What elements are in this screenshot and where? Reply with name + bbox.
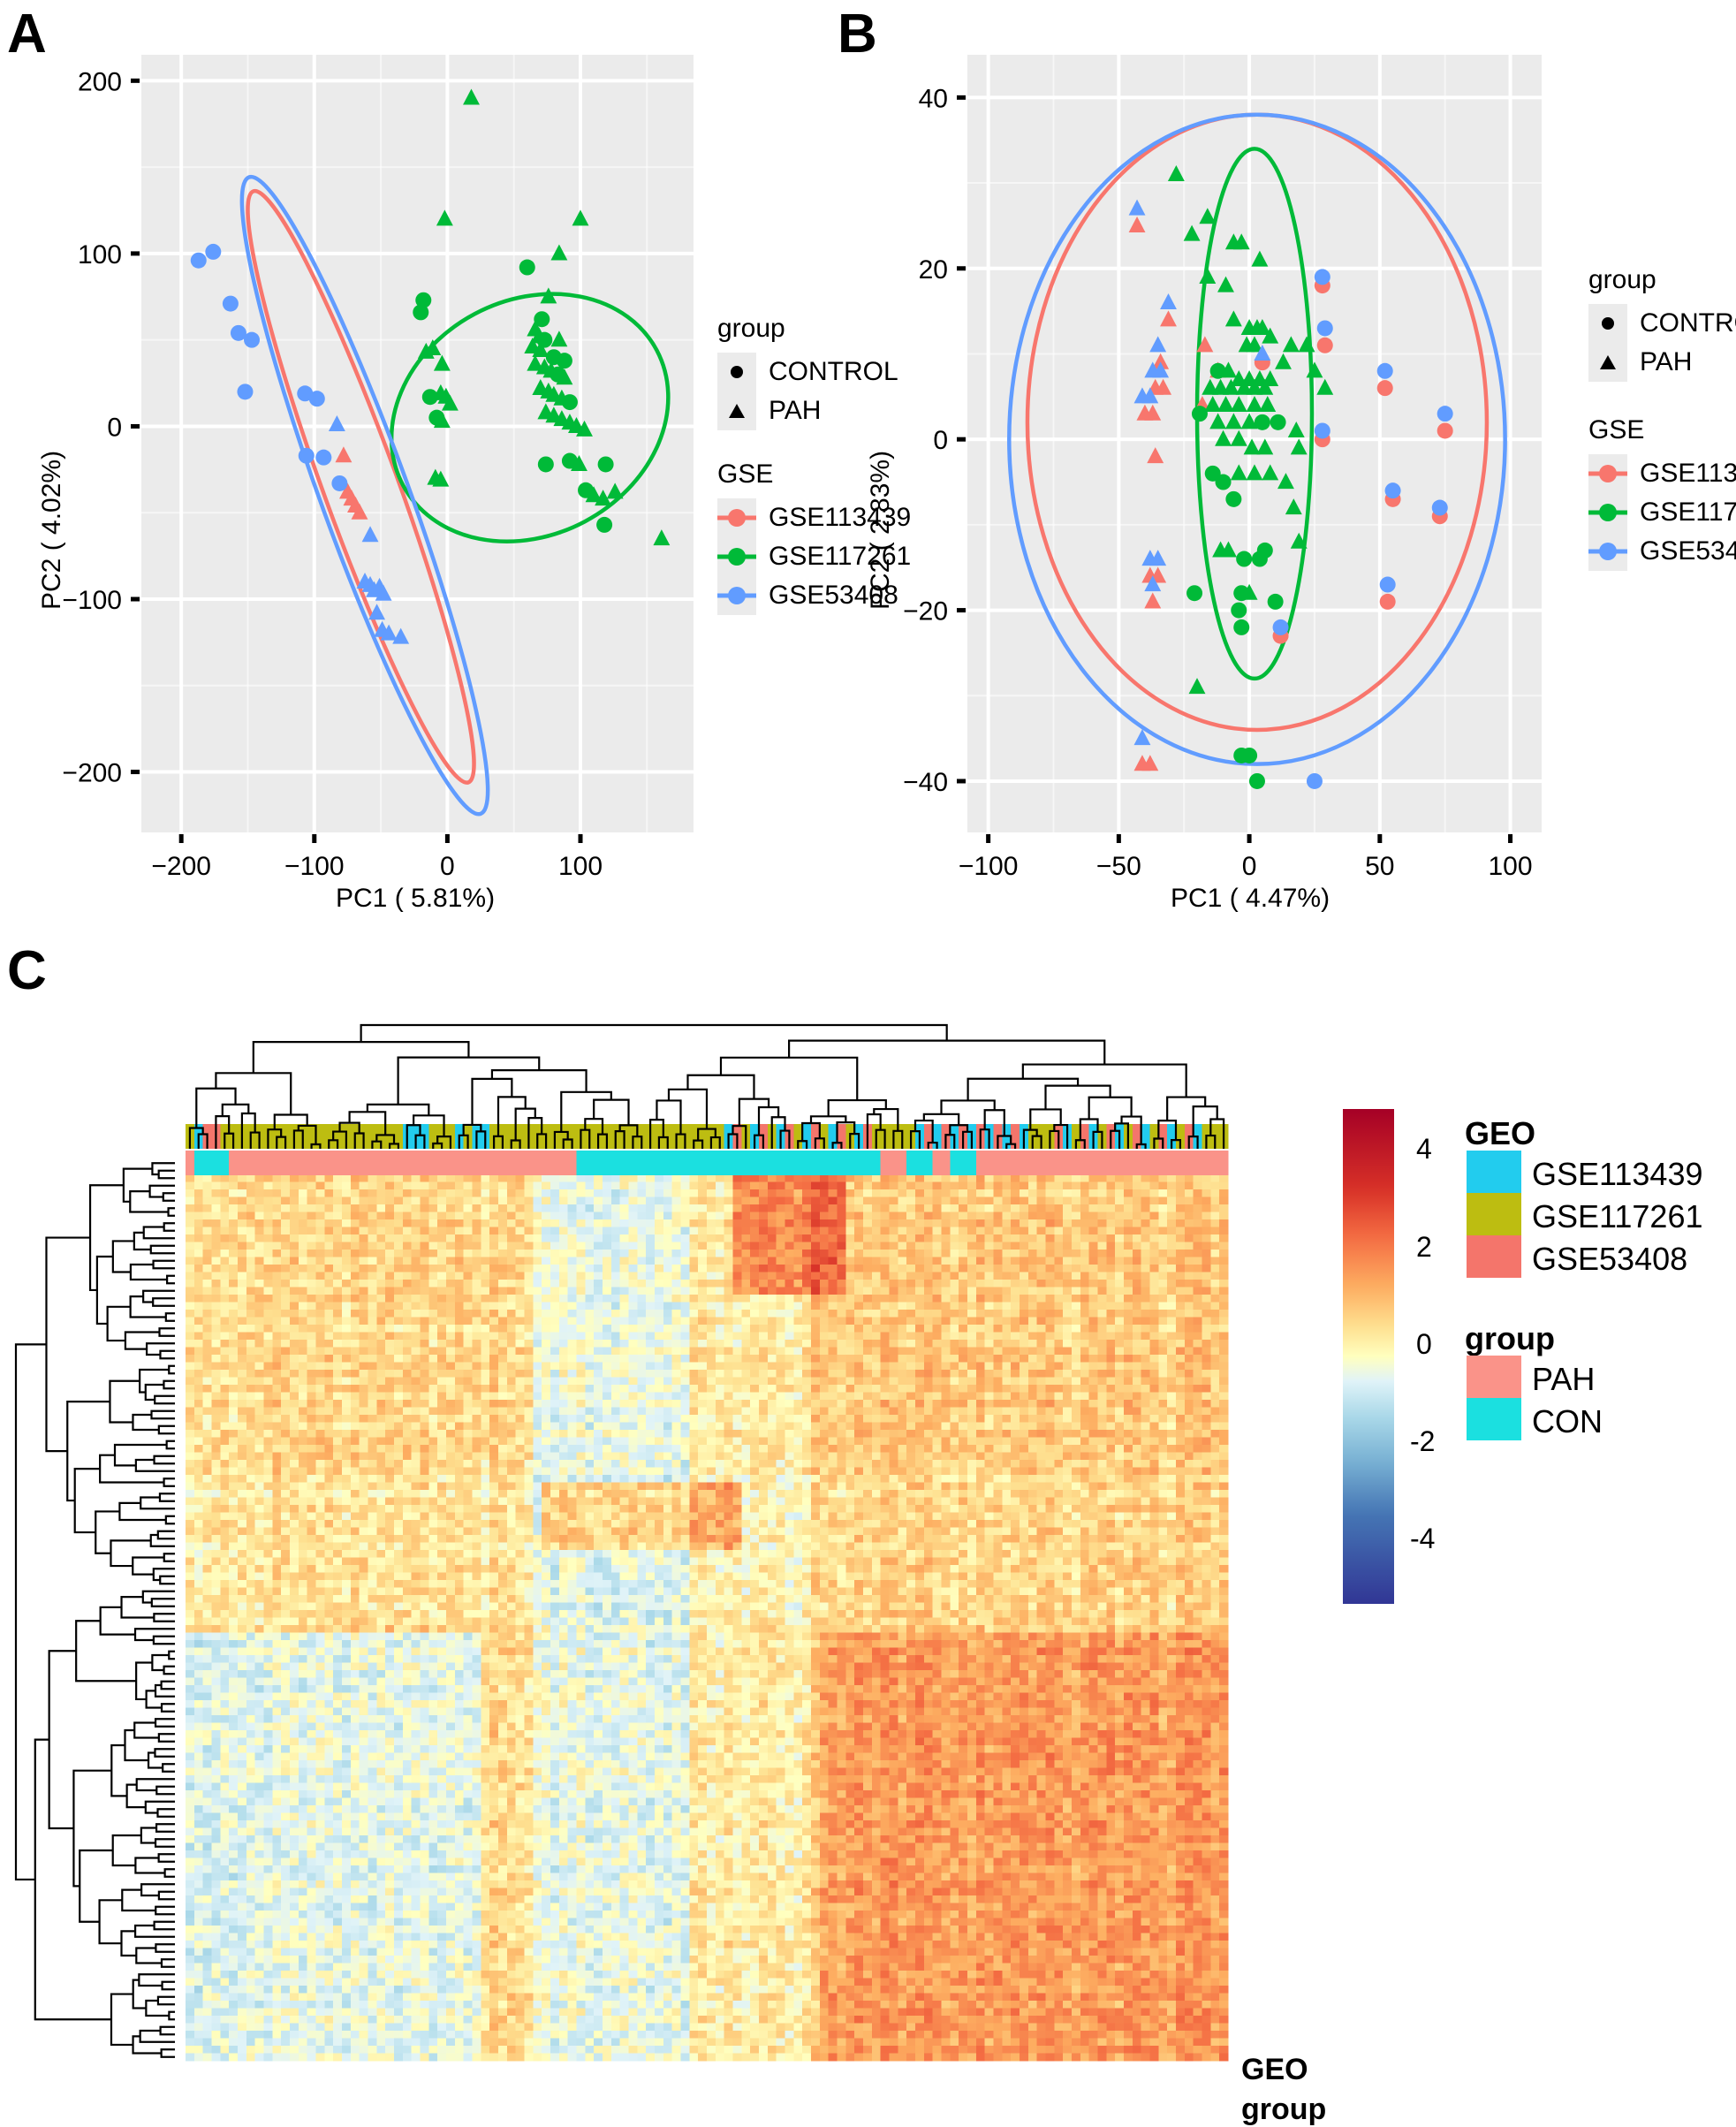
legend-label-control: CONTROL [1640, 308, 1736, 338]
gse53408-key [1588, 532, 1627, 571]
legend-item-gse117261[interactable]: GSE117261 [1588, 493, 1736, 532]
legend-label-gse53408: GSE53408 [1640, 536, 1736, 566]
panel-a-y-axis-title: PC2 ( 4.02%) [37, 451, 67, 610]
panel-b-legend-gse: GSE GSE113439 GSE117261 GSE53408 [1588, 415, 1736, 571]
panel-a-svg-canvas: −200 −100 0 100 200 100 0 −100 −200 [0, 0, 839, 901]
svg-text:−20: −20 [903, 597, 948, 627]
svg-text:0: 0 [107, 413, 122, 442]
svg-text:200: 200 [78, 67, 122, 96]
triangle-icon [729, 404, 745, 418]
control-circle-key [1588, 304, 1627, 343]
svg-text:0: 0 [933, 426, 948, 455]
geo-swatch-gse117261 [1467, 1193, 1521, 1235]
panel-c-heatmap: GEO group [0, 928, 1736, 2072]
panel-b-legend-group-title: group [1588, 265, 1736, 295]
panel-c-legend-label-gse113439: GSE113439 [1532, 1156, 1702, 1193]
svg-text:−100: −100 [284, 852, 345, 881]
svg-text:20: 20 [919, 255, 948, 285]
panel-b-y-axis-title: PC2 ( 2.83%) [866, 451, 896, 610]
svg-text:100: 100 [558, 852, 603, 881]
legend-item-control[interactable]: CONTROL [1588, 304, 1736, 343]
colorbar-tick-2: 2 [1416, 1231, 1432, 1264]
group-swatch-con [1467, 1398, 1521, 1440]
geo-swatch-gse53408 [1467, 1235, 1521, 1278]
panel-c-svg-canvas [0, 928, 1736, 2072]
svg-text:−200: −200 [151, 852, 211, 881]
gse113439-key [1588, 454, 1627, 493]
legend-label-pah: PAH [769, 396, 821, 426]
control-circle-key [717, 353, 756, 391]
svg-text:100: 100 [1489, 852, 1533, 881]
legend-item-gse113439[interactable]: GSE113439 [1588, 454, 1736, 493]
colorbar-tick-0: 0 [1416, 1328, 1432, 1361]
geo-swatch-gse113439 [1467, 1151, 1521, 1193]
svg-text:40: 40 [919, 84, 948, 113]
legend-label-gse117261: GSE117261 [1640, 498, 1736, 528]
legend-item-gse53408[interactable]: GSE53408 [1588, 532, 1736, 571]
panel-c-legend-group-title: group [1465, 1320, 1555, 1357]
colorbar-tick-neg2: -2 [1410, 1425, 1435, 1458]
panel-b-legend-gse-title: GSE [1588, 415, 1736, 445]
colorbar-tick-4: 4 [1416, 1133, 1432, 1166]
gse117261-key [717, 537, 756, 576]
colorbar-tick-neg4: -4 [1410, 1523, 1435, 1555]
svg-text:−100: −100 [959, 852, 1019, 881]
point-icon [1599, 465, 1617, 482]
circle-icon [1602, 317, 1614, 330]
group-swatch-pah [1467, 1356, 1521, 1398]
point-icon [728, 509, 746, 527]
legend-label-gse113439: GSE113439 [1640, 459, 1736, 489]
svg-text:0: 0 [440, 852, 455, 881]
panel-c-legend-label-pah: PAH [1532, 1361, 1595, 1398]
triangle-icon [1600, 355, 1616, 369]
pah-triangle-key [1588, 343, 1627, 382]
point-icon [1599, 543, 1617, 560]
pah-triangle-key [717, 391, 756, 430]
panel-c-legend-label-gse117261: GSE117261 [1532, 1198, 1702, 1235]
panel-b-x-axis-title: PC1 ( 4.47%) [1171, 884, 1330, 914]
annotation-label-geo: GEO [1241, 2053, 1308, 2087]
circle-icon [731, 366, 743, 378]
panel-c-legend-geo-title: GEO [1465, 1115, 1535, 1152]
svg-text:−50: −50 [1096, 852, 1141, 881]
panel-a-x-axis-title: PC1 ( 5.81%) [336, 884, 495, 914]
svg-text:−40: −40 [903, 768, 948, 797]
svg-text:0: 0 [1242, 852, 1257, 881]
svg-text:−200: −200 [62, 759, 122, 788]
panel-b-legend-group: group CONTROL PAH [1588, 265, 1736, 382]
svg-text:100: 100 [78, 240, 122, 270]
panel-c-legend-label-gse53408: GSE53408 [1532, 1241, 1687, 1278]
panel-c-legend-label-con: CON [1532, 1403, 1603, 1440]
annotation-label-group: group [1241, 2093, 1326, 2127]
point-icon [728, 587, 746, 604]
point-icon [728, 548, 746, 566]
gse113439-key [717, 498, 756, 537]
gse117261-key [1588, 493, 1627, 532]
panel-a-pca-plot: −200 −100 0 100 200 100 0 −100 −200 PC2 ( 4.02%)… [0, 0, 839, 901]
point-icon [1599, 504, 1617, 521]
legend-label-pah: PAH [1640, 347, 1692, 377]
legend-item-pah[interactable]: PAH [1588, 343, 1736, 382]
gse53408-key [717, 576, 756, 615]
svg-text:−100: −100 [62, 586, 122, 615]
svg-text:50: 50 [1365, 852, 1394, 881]
